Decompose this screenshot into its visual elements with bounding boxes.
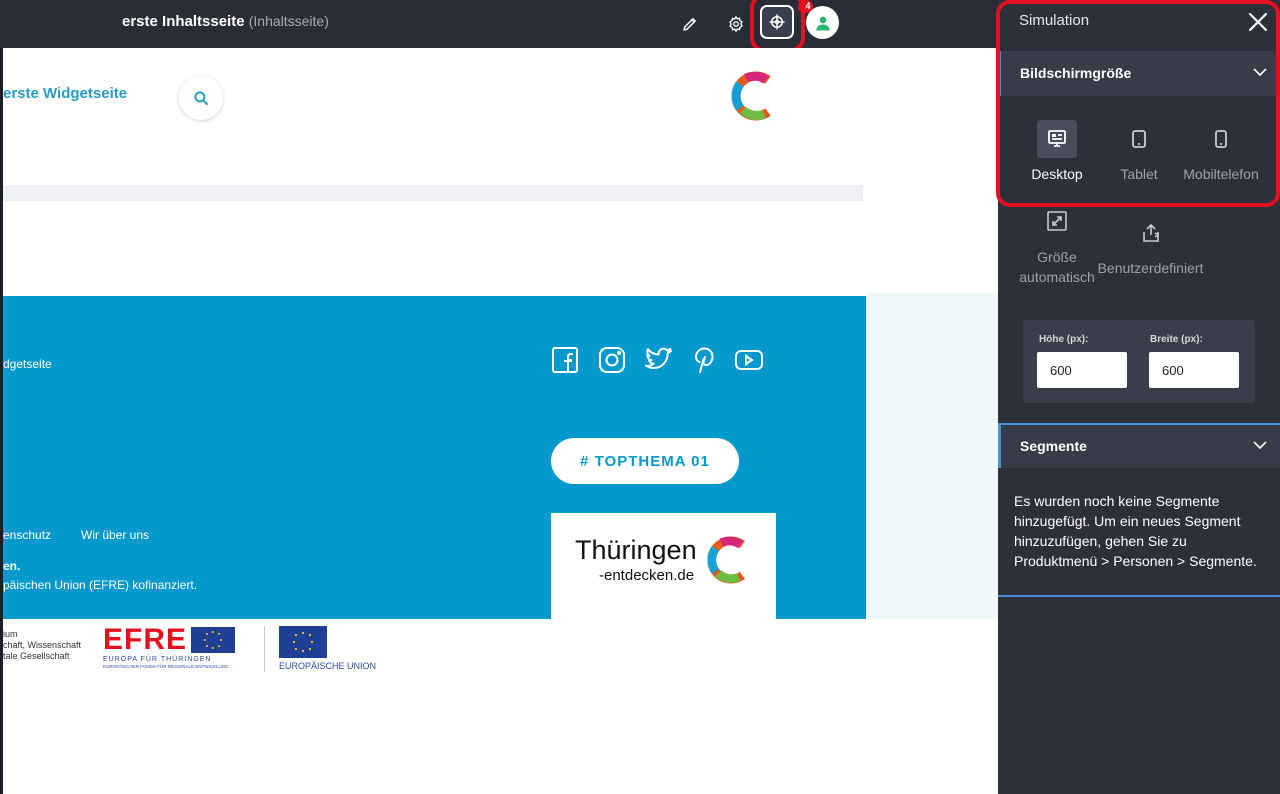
custom-size-label: Benutzerdefiniert bbox=[1097, 260, 1204, 276]
footer-text-line-2: päischen Union (EFRE) kofinanziert. bbox=[3, 578, 198, 592]
page-type-label: (Inhaltsseite) bbox=[248, 13, 329, 29]
section-title-screen-size: Bildschirmgröße bbox=[1020, 65, 1132, 81]
thueringen-logo-name: Thüringen bbox=[575, 535, 697, 565]
panel-title: Simulation bbox=[1019, 12, 1090, 29]
instagram-icon[interactable] bbox=[597, 345, 627, 375]
device-phone-label: Mobiltelefon bbox=[1183, 166, 1259, 182]
pinterest-icon[interactable] bbox=[689, 345, 719, 375]
dimensions-box: Höhe (px): Breite (px): bbox=[1023, 320, 1255, 403]
chevron-down-icon bbox=[1253, 68, 1267, 77]
footer-link-privacy[interactable]: enschutz bbox=[3, 528, 51, 542]
chevron-down-icon bbox=[1253, 441, 1267, 450]
topthema-button[interactable]: # TOPTHEMA 01 bbox=[551, 438, 739, 484]
thueringen-logo-url: -entdecken.de bbox=[599, 567, 695, 584]
segments-body: Es wurden noch keine Segmente hinzugefüg… bbox=[998, 467, 1280, 597]
eu-flag-icon bbox=[279, 626, 327, 658]
ministry-line-3: tale Gesellschaft bbox=[3, 651, 70, 661]
footer-text-line-1: en. bbox=[3, 559, 21, 573]
auto-size-button[interactable]: Größe automatisch bbox=[1019, 210, 1095, 287]
resize-icon bbox=[1047, 211, 1067, 231]
pencil-icon[interactable] bbox=[678, 12, 702, 36]
eu-logo-caption: EUROPÄISCHE UNION bbox=[279, 661, 377, 671]
efre-logo-word: EFRE bbox=[103, 623, 188, 656]
ministry-line-1: ium bbox=[3, 629, 18, 639]
close-icon[interactable] bbox=[1248, 12, 1268, 32]
device-tablet-label: Tablet bbox=[1120, 166, 1158, 182]
nav-link-widgetseite[interactable]: erste Widgetseite bbox=[3, 85, 127, 102]
device-desktop-label: Desktop bbox=[1031, 166, 1083, 182]
avatar[interactable] bbox=[806, 6, 839, 39]
sponsor-divider bbox=[264, 626, 265, 672]
simulation-toggle-button[interactable] bbox=[760, 5, 794, 39]
desktop-icon bbox=[1037, 120, 1077, 158]
auto-size-label-1: Größe bbox=[1037, 249, 1077, 265]
efre-logo-subtitle: EUROPA FÜR THÜRINGEN bbox=[103, 656, 212, 663]
footer: dgetseite # TOPTHEMA 01 enschutz Wir übe… bbox=[3, 296, 866, 623]
top-bar: erste Inhaltsseite (Inhaltsseite) 14 bbox=[0, 0, 998, 48]
simulation-panel: Simulation Bildschirmgröße Desktop Table… bbox=[998, 0, 1280, 794]
preview-background-strip bbox=[866, 293, 998, 619]
page-title: erste Inhaltsseite (Inhaltsseite) bbox=[122, 13, 329, 30]
device-desktop-button[interactable]: Desktop bbox=[1011, 120, 1103, 188]
efre-logo-small: EUROPÄISCHER FONDS FÜR REGIONALE ENTWICK… bbox=[103, 664, 229, 669]
youtube-icon[interactable] bbox=[734, 345, 764, 375]
phone-icon bbox=[1201, 120, 1241, 158]
width-input[interactable] bbox=[1149, 352, 1239, 388]
thueringen-logo-ring bbox=[707, 536, 745, 584]
device-tablet-button[interactable]: Tablet bbox=[1093, 120, 1185, 188]
crosshair-icon bbox=[769, 14, 785, 30]
eu-flag-icon bbox=[191, 627, 236, 653]
footer-link-about[interactable]: Wir über uns bbox=[81, 528, 149, 542]
width-label: Breite (px): bbox=[1150, 334, 1203, 345]
share-box-icon bbox=[1142, 223, 1159, 242]
ministry-logo-text: ium chaft, Wissenschaft tale Gesellschaf… bbox=[3, 629, 81, 662]
section-header-segments[interactable]: Segmente bbox=[998, 423, 1280, 468]
auto-size-label-2: automatisch bbox=[1019, 269, 1095, 285]
device-phone-button[interactable]: Mobiltelefon bbox=[1175, 120, 1267, 188]
footer-link-widgetseite[interactable]: dgetseite bbox=[3, 357, 52, 371]
user-icon bbox=[815, 16, 830, 30]
thueringen-logo[interactable]: Thüringen -entdecken.de bbox=[551, 513, 776, 623]
site-logo[interactable] bbox=[728, 70, 778, 122]
section-title-segments: Segmente bbox=[1020, 438, 1087, 454]
custom-size-button[interactable]: Benutzerdefiniert bbox=[1098, 210, 1203, 278]
content-band bbox=[3, 185, 863, 201]
segments-empty-message: Es wurden noch keine Segmente hinzugefüg… bbox=[1014, 493, 1257, 569]
ministry-line-2: chaft, Wissenschaft bbox=[3, 640, 82, 650]
gear-icon[interactable] bbox=[724, 12, 748, 36]
page-preview: erste Widgetseite dgetseite # TOPTHEMA 0… bbox=[3, 48, 998, 794]
page-title-text: erste Inhaltsseite bbox=[122, 13, 245, 30]
height-label: Höhe (px): bbox=[1039, 334, 1089, 345]
efre-logo: EFRE EUROPA FÜR THÜRINGEN EUROPÄISCHER F… bbox=[103, 623, 236, 669]
twitter-icon[interactable] bbox=[643, 345, 673, 375]
section-header-screen-size[interactable]: Bildschirmgröße bbox=[998, 51, 1280, 96]
tablet-icon bbox=[1119, 120, 1159, 158]
facebook-icon[interactable] bbox=[550, 345, 580, 375]
search-button[interactable] bbox=[179, 76, 223, 120]
search-icon bbox=[194, 91, 208, 105]
height-input[interactable] bbox=[1037, 352, 1127, 388]
